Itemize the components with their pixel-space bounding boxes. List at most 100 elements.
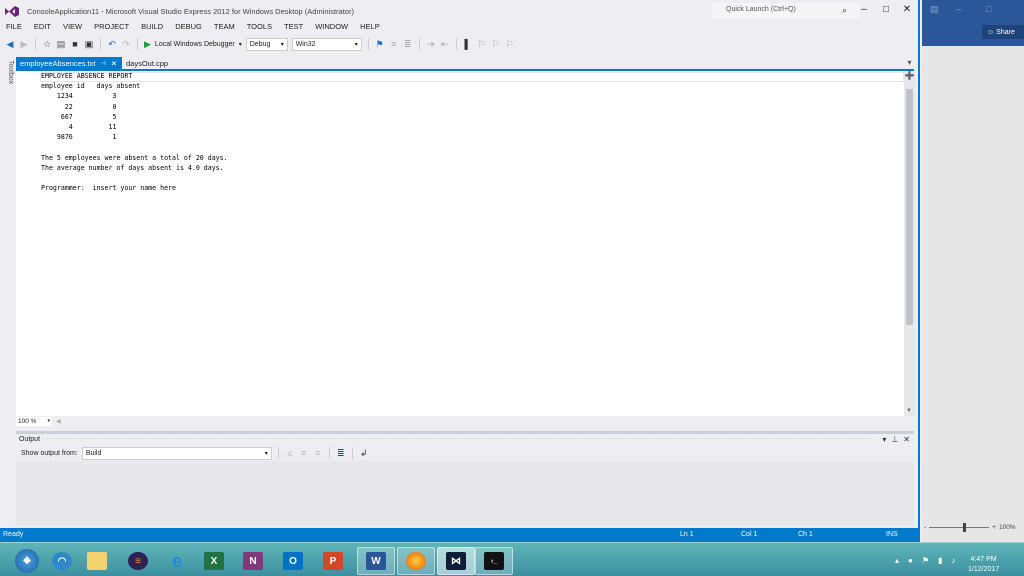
editor-line[interactable]: Programmer: insert your name here xyxy=(41,183,228,193)
redo-icon[interactable]: ↷ xyxy=(121,39,131,50)
chevron-down-icon[interactable]: ▾ xyxy=(239,41,242,48)
tab-days-out[interactable]: daysOut.cpp xyxy=(122,57,172,69)
save-icon[interactable]: ■ xyxy=(70,39,80,49)
menu-view[interactable]: VIEW xyxy=(57,22,88,35)
new-project-icon[interactable]: ☆ xyxy=(42,39,52,50)
output-content[interactable] xyxy=(16,461,914,525)
volume-icon[interactable]: ♪ xyxy=(951,556,955,565)
next-message-icon[interactable]: ≡ xyxy=(313,448,323,458)
scroll-thumb[interactable] xyxy=(906,89,913,325)
editor-line[interactable]: 9876 1 xyxy=(41,132,228,142)
outdent-icon[interactable]: ⇤ xyxy=(440,39,450,50)
menu-team[interactable]: TEAM xyxy=(208,22,241,35)
quick-launch-input[interactable]: Quick Launch (Ctrl+Q) xyxy=(712,3,860,18)
network-icon[interactable]: ● xyxy=(908,556,913,565)
taskbar-onenote[interactable]: N xyxy=(236,547,270,575)
taskbar-internet-explorer[interactable]: e xyxy=(160,547,194,575)
share-button[interactable]: ☺ Share xyxy=(982,25,1024,39)
taskbar-powerpoint[interactable]: P xyxy=(316,547,350,575)
menu-edit[interactable]: EDIT xyxy=(28,22,57,35)
start-button[interactable]: ❖ xyxy=(10,547,44,575)
close-button[interactable]: ✕ xyxy=(900,4,914,15)
panel-dropdown-icon[interactable]: ▾ xyxy=(882,435,886,444)
close-panel-icon[interactable]: ✕ xyxy=(903,435,910,444)
taskbar-visual-studio[interactable]: ⋈ xyxy=(437,547,475,575)
platform-select[interactable]: Win32 ▾ xyxy=(291,37,362,51)
editor-line[interactable]: 1234 3 xyxy=(41,91,228,101)
taskbar-wifi[interactable]: ◠ xyxy=(45,547,79,575)
split-editor-icon[interactable]: ➕ xyxy=(904,71,915,80)
pin-icon[interactable]: ⊥ xyxy=(891,435,898,444)
menu-tools[interactable]: TOOLS xyxy=(241,22,278,35)
editor-line[interactable]: EMPLOYEE ABSENCE REPORT xyxy=(41,71,228,81)
editor-line[interactable]: 4 11 xyxy=(41,122,228,132)
ribbon-display-icon[interactable]: ▤ xyxy=(930,4,939,15)
editor-line[interactable]: 667 5 xyxy=(41,112,228,122)
zoom-thumb[interactable] xyxy=(963,522,967,532)
configuration-select[interactable]: Debug ▾ xyxy=(245,37,288,51)
zoom-in-icon[interactable]: + xyxy=(992,524,996,531)
editor-line[interactable] xyxy=(41,173,228,183)
clear-bookmarks-icon[interactable]: ⚐ xyxy=(505,39,515,50)
editor-line[interactable]: The 5 employees were absent a total of 2… xyxy=(41,153,228,163)
scroll-down-icon[interactable]: ▼ xyxy=(906,408,912,414)
power-icon[interactable]: ▮ xyxy=(938,556,942,565)
open-file-icon[interactable]: ▤ xyxy=(56,39,66,50)
taskbar-word[interactable]: W xyxy=(357,547,395,575)
action-center-flag-icon[interactable]: ⚑ xyxy=(922,556,929,565)
taskbar-outlook[interactable]: O xyxy=(276,547,310,575)
start-debugging-icon[interactable]: ▶ xyxy=(144,39,151,50)
taskbar-file-explorer[interactable] xyxy=(80,547,114,575)
zoom-level-select[interactable]: 100 % ▾ xyxy=(16,416,52,426)
indent-icon[interactable]: ⇥ xyxy=(426,39,436,50)
menu-project[interactable]: PROJECT xyxy=(88,22,135,35)
back-icon[interactable]: ◀ xyxy=(5,39,15,50)
start-debugger-button[interactable]: Local Windows Debugger xyxy=(155,41,235,48)
pin-icon[interactable]: ⊣ xyxy=(100,60,105,67)
minimize-button[interactable]: – xyxy=(956,4,961,14)
zoom-out-icon[interactable]: - xyxy=(924,524,926,531)
comment-icon[interactable]: ≡ xyxy=(389,39,399,49)
menu-build[interactable]: BUILD xyxy=(135,22,169,35)
scroll-left-icon[interactable]: ◀ xyxy=(56,418,61,425)
editor-line[interactable]: employee id days absent xyxy=(41,81,228,91)
find-in-files-icon[interactable]: ⚑ xyxy=(375,39,385,50)
save-all-icon[interactable]: ▣ xyxy=(84,39,94,50)
editor-line[interactable] xyxy=(41,142,228,152)
menu-debug[interactable]: DEBUG xyxy=(169,22,208,35)
close-tab-icon[interactable]: ✕ xyxy=(111,59,117,68)
clear-all-icon[interactable]: ≣ xyxy=(336,448,346,459)
zoom-track[interactable] xyxy=(929,522,990,532)
previous-bookmark-icon[interactable]: ⚐ xyxy=(477,39,487,50)
uncomment-icon[interactable]: ≣ xyxy=(403,39,413,50)
go-to-message-icon[interactable]: ≤ xyxy=(285,448,295,458)
tab-employee-absences[interactable]: employeeAbsences.txt ⊣ ✕ xyxy=(16,57,122,69)
next-bookmark-icon[interactable]: ⚐ xyxy=(491,39,501,50)
menu-file[interactable]: FILE xyxy=(0,22,28,35)
taskbar-command-prompt[interactable]: ›_ xyxy=(475,547,513,575)
word-wrap-icon[interactable]: ↲ xyxy=(359,448,369,459)
editor-line[interactable]: The average number of days absent is 4.0… xyxy=(41,163,228,173)
show-hidden-icons-icon[interactable]: ▴ xyxy=(895,556,899,565)
minimize-button[interactable]: – xyxy=(857,4,871,15)
search-icon[interactable]: ⌕ xyxy=(842,5,847,16)
clock[interactable]: 4:47 PM 1/12/2017 xyxy=(968,555,999,575)
vertical-scrollbar[interactable]: ➕ ▼ xyxy=(904,71,915,416)
text-editor[interactable]: EMPLOYEE ABSENCE REPORT employee id days … xyxy=(16,71,904,416)
taskbar-eclipse[interactable]: ≡ xyxy=(121,547,155,575)
menu-help[interactable]: HELP xyxy=(354,22,386,35)
toolbox-tab[interactable]: Toolbox xyxy=(0,56,14,206)
menu-window[interactable]: WINDOW xyxy=(309,22,354,35)
editor-content[interactable]: EMPLOYEE ABSENCE REPORT employee id days … xyxy=(41,71,228,193)
forward-icon[interactable]: ▶ xyxy=(19,39,29,50)
previous-message-icon[interactable]: ≡ xyxy=(299,448,309,458)
taskbar-firefox[interactable] xyxy=(397,547,435,575)
taskbar-excel[interactable]: X xyxy=(197,547,231,575)
bookmark-icon[interactable]: ▌ xyxy=(463,39,473,49)
maximize-button[interactable]: □ xyxy=(879,4,893,15)
undo-icon[interactable]: ↶ xyxy=(107,39,117,50)
editor-line[interactable]: 22 0 xyxy=(41,102,228,112)
maximize-button[interactable]: □ xyxy=(986,4,991,14)
output-source-select[interactable]: Build ▾ xyxy=(81,446,272,460)
menu-test[interactable]: TEST xyxy=(278,22,309,35)
